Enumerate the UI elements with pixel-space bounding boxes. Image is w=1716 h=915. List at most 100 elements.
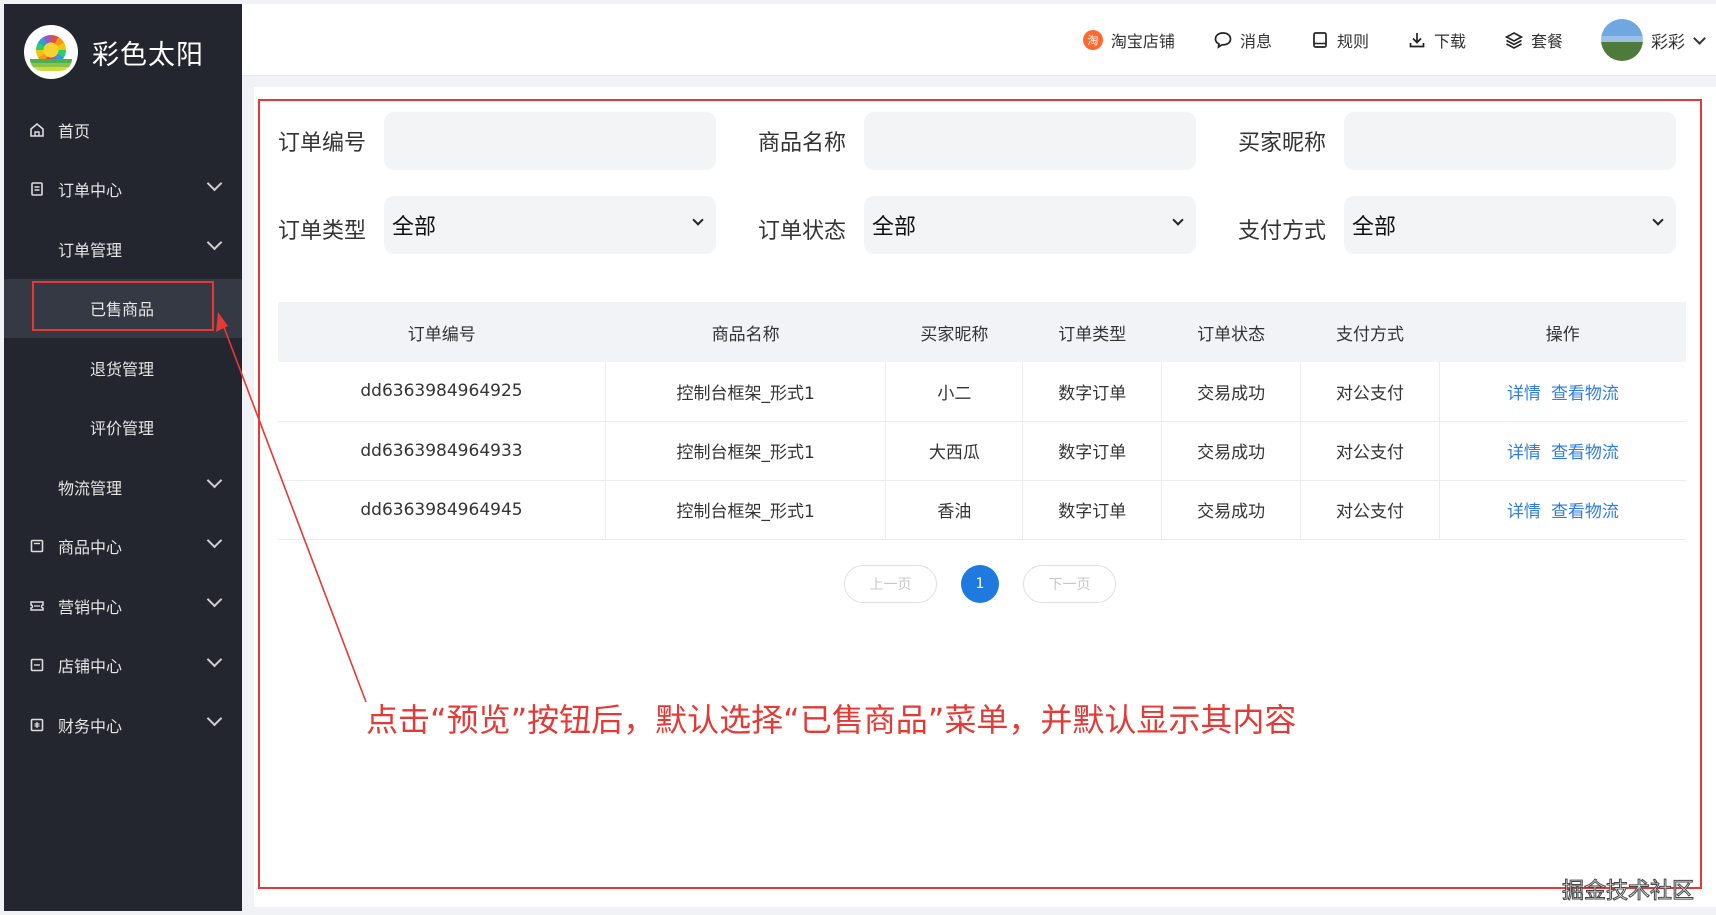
- cell-product: 控制台框架_形式1: [605, 421, 887, 481]
- avatar: [1601, 19, 1643, 61]
- filter-row-1: 订单编号 商品名称 买家昵称: [278, 112, 1676, 170]
- sidebar-item-store-center[interactable]: 店铺中心: [4, 636, 242, 696]
- col-pay: 支付方式: [1300, 302, 1440, 362]
- layers-icon: [1504, 32, 1524, 49]
- cell-order-no: dd6363984964933: [278, 421, 606, 481]
- watermark: 掘金技术社区: [1561, 879, 1694, 905]
- sidebar-item-label: 店铺中心: [58, 657, 123, 677]
- sidebar-item-logistics[interactable]: 物流管理: [4, 457, 242, 517]
- cell-pay: 对公支付: [1300, 421, 1440, 481]
- col-order-no: 订单编号: [278, 302, 606, 362]
- logo: [24, 25, 78, 79]
- brand[interactable]: 彩色太阳: [4, 4, 242, 100]
- sidebar-menu: 首页 订单中心 订单管理 已售商品 退货管理 评价管理 物流管理 商品中心 营销…: [4, 100, 242, 755]
- cell-status: 交易成功: [1161, 362, 1302, 422]
- cell-type: 数字订单: [1022, 421, 1163, 481]
- download-icon: [1409, 33, 1425, 48]
- ticket-icon: [28, 597, 46, 615]
- cell-buyer: 大西瓜: [885, 421, 1024, 481]
- order-type-value: 全部: [392, 215, 437, 240]
- detail-link[interactable]: 详情: [1507, 443, 1541, 463]
- pay-method-label: 支付方式: [1238, 219, 1327, 244]
- order-type-select[interactable]: 全部: [384, 196, 716, 254]
- cell-pay: 对公支付: [1300, 362, 1440, 422]
- plans-link[interactable]: 套餐: [1504, 28, 1563, 52]
- document-icon: [28, 180, 46, 198]
- cell-actions: 详情 查看物流: [1439, 421, 1686, 481]
- sidebar-item-label: 退货管理: [90, 359, 155, 379]
- chevron-down-icon: [692, 214, 704, 226]
- order-no-input[interactable]: [384, 112, 716, 170]
- taobao-label: 淘宝店铺: [1110, 32, 1175, 51]
- home-icon: [28, 121, 46, 139]
- annotation-text: 点击“预览”按钮后，默认选择“已售商品”菜单，并默认显示其内容: [366, 701, 1297, 739]
- logistics-link[interactable]: 查看物流: [1551, 443, 1619, 463]
- pay-method-value: 全部: [1352, 215, 1397, 240]
- table-row: dd6363984964945 控制台框架_形式1 香油 数字订单 交易成功 对…: [278, 480, 1686, 540]
- order-status-select[interactable]: 全部: [864, 196, 1196, 254]
- table-row: dd6363984964925 控制台框架_形式1 小二 数字订单 交易成功 对…: [278, 362, 1686, 422]
- rules-link[interactable]: 规则: [1310, 28, 1369, 52]
- product-name-input[interactable]: [864, 112, 1196, 170]
- message-icon: [1214, 32, 1232, 49]
- col-buyer: 买家昵称: [885, 302, 1023, 362]
- plans-label: 套餐: [1530, 32, 1563, 51]
- rules-label: 规则: [1336, 32, 1369, 51]
- cell-product: 控制台框架_形式1: [605, 480, 887, 540]
- table-header-row: 订单编号 商品名称 买家昵称 订单类型 订单状态 支付方式 操作: [278, 302, 1686, 362]
- finance-icon: [28, 716, 46, 734]
- chevron-down-icon: [1172, 214, 1184, 226]
- taobao-store-link[interactable]: 淘 淘宝店铺: [1082, 28, 1175, 52]
- sidebar-item-order-management[interactable]: 订单管理: [4, 219, 242, 279]
- pay-method-select[interactable]: 全部: [1344, 196, 1676, 254]
- cell-product: 控制台框架_形式1: [605, 362, 887, 422]
- cell-order-no: dd6363984964945: [278, 480, 606, 540]
- orders-table: 订单编号 商品名称 买家昵称 订单类型 订单状态 支付方式 操作 dd63639…: [278, 302, 1686, 540]
- chevron-down-icon: [206, 591, 223, 608]
- user-menu[interactable]: 彩彩: [1601, 19, 1706, 61]
- messages-link[interactable]: 消息: [1213, 28, 1272, 52]
- user-name: 彩彩: [1651, 32, 1685, 53]
- sidebar-item-order-center[interactable]: 订单中心: [4, 160, 242, 220]
- sidebar-item-label: 订单管理: [58, 240, 123, 260]
- chevron-down-icon: [206, 532, 223, 548]
- sidebar-item-home[interactable]: 首页: [4, 100, 242, 160]
- buyer-nick-label: 买家昵称: [1238, 131, 1327, 156]
- sidebar-item-label: 已售商品: [90, 300, 155, 320]
- sidebar-item-label: 首页: [58, 121, 91, 141]
- chevron-down-icon: [206, 175, 223, 191]
- sidebar-item-returns[interactable]: 退货管理: [4, 338, 242, 398]
- logistics-link[interactable]: 查看物流: [1551, 502, 1619, 522]
- messages-label: 消息: [1239, 32, 1272, 51]
- page-1-button[interactable]: 1: [961, 565, 999, 603]
- sidebar-item-reviews[interactable]: 评价管理: [4, 398, 242, 458]
- order-no-label: 订单编号: [278, 131, 367, 156]
- download-label: 下载: [1433, 32, 1466, 51]
- cell-buyer: 小二: [885, 362, 1024, 422]
- next-page-button[interactable]: 下一页: [1023, 565, 1116, 603]
- sidebar-item-product-center[interactable]: 商品中心: [4, 517, 242, 577]
- sidebar-item-finance-center[interactable]: 财务中心: [4, 695, 242, 755]
- prev-page-button[interactable]: 上一页: [844, 565, 937, 603]
- col-actions: 操作: [1439, 302, 1686, 362]
- logistics-link[interactable]: 查看物流: [1551, 384, 1619, 404]
- buyer-nick-input[interactable]: [1344, 112, 1676, 170]
- cell-type: 数字订单: [1022, 480, 1163, 540]
- detail-link[interactable]: 详情: [1507, 384, 1541, 404]
- chevron-down-icon: [1652, 214, 1664, 226]
- col-product: 商品名称: [605, 302, 886, 362]
- chevron-down-icon: [206, 472, 223, 489]
- sidebar-item-label: 财务中心: [58, 716, 123, 736]
- sidebar-item-label: 评价管理: [90, 419, 155, 439]
- col-type: 订单类型: [1022, 302, 1162, 362]
- col-status: 订单状态: [1161, 302, 1301, 362]
- sidebar-item-label: 订单中心: [58, 181, 123, 201]
- sidebar-item-marketing-center[interactable]: 营销中心: [4, 576, 242, 636]
- store-icon: [28, 656, 46, 674]
- sidebar-item-label: 物流管理: [58, 478, 123, 498]
- download-link[interactable]: 下载: [1407, 28, 1466, 52]
- sidebar-item-sold-products[interactable]: 已售商品: [4, 278, 242, 338]
- detail-link[interactable]: 详情: [1507, 502, 1541, 522]
- order-status-value: 全部: [872, 215, 917, 240]
- product-name-label: 商品名称: [758, 131, 847, 156]
